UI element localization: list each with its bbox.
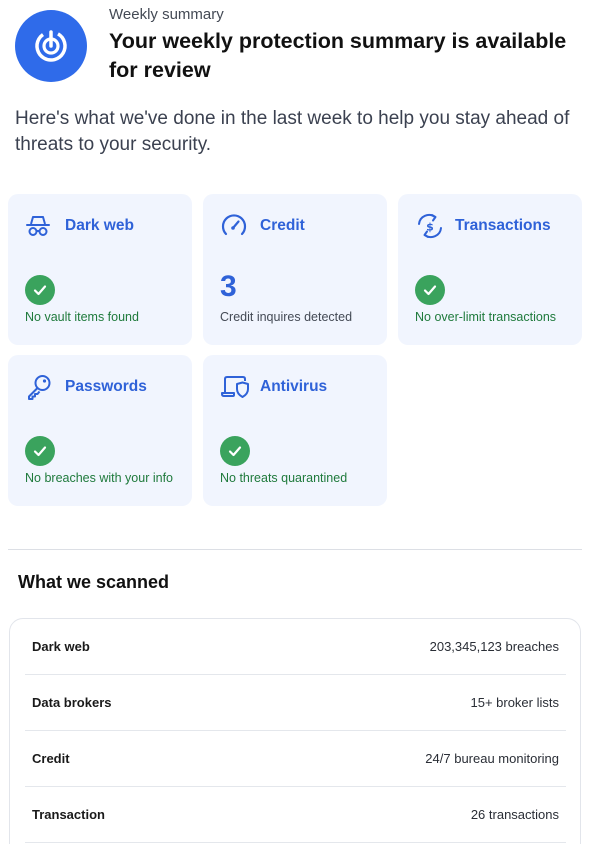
card-title: Transactions: [455, 217, 551, 234]
card-status: No vault items found: [25, 310, 139, 324]
spy-icon: [25, 212, 55, 240]
card-antivirus[interactable]: Antivirus No threats quarantined: [203, 355, 387, 506]
check-icon: [25, 275, 55, 305]
section-divider: [8, 549, 582, 550]
shield-power-icon: [15, 10, 87, 82]
gauge-icon: [220, 212, 250, 240]
card-title: Passwords: [65, 378, 147, 395]
card-title: Credit: [260, 217, 305, 234]
scanned-list: Dark web 203,345,123 breaches Data broke…: [9, 618, 581, 844]
check-icon: [415, 275, 445, 305]
scanned-row-transaction: Transaction 26 transactions: [25, 787, 566, 843]
scanned-row-label: Data brokers: [32, 695, 112, 710]
scanned-section-title: What we scanned: [18, 572, 170, 592]
card-status: No threats quarantined: [220, 471, 348, 485]
card-title: Antivirus: [260, 378, 328, 395]
header-kicker: Weekly summary: [109, 6, 224, 23]
summary-header: Weekly summary Your weekly protection su…: [15, 4, 585, 94]
card-title: Dark web: [65, 217, 134, 234]
laptop-shield-icon: [220, 373, 250, 401]
scanned-row-value: 26 transactions: [470, 807, 559, 822]
card-status: No breaches with your info: [25, 471, 173, 485]
dollar-exchange-icon: $: [415, 212, 445, 240]
card-dark-web[interactable]: Dark web No vault items found: [8, 194, 192, 345]
credit-inquiry-count: 3: [220, 270, 237, 303]
scanned-row-dark-web: Dark web 203,345,123 breaches: [25, 619, 566, 675]
svg-text:$: $: [426, 221, 434, 234]
scanned-row-value: 15+ broker lists: [470, 695, 559, 710]
check-icon: [25, 436, 55, 466]
check-icon: [220, 436, 250, 466]
card-status: Credit inquires detected: [220, 310, 353, 324]
scanned-row-data-brokers: Data brokers 15+ broker lists: [25, 675, 566, 731]
scanned-row-label: Dark web: [32, 639, 90, 654]
scanned-row-credit: Credit 24/7 bureau monitoring: [25, 731, 566, 787]
card-passwords[interactable]: Passwords No breaches with your info: [8, 355, 192, 506]
card-credit[interactable]: Credit 3 Credit inquires detected: [203, 194, 387, 345]
scanned-row-value: 203,345,123 breaches: [429, 639, 559, 654]
key-icon: [25, 373, 55, 401]
card-transactions[interactable]: $ Transactions No over-limit transaction…: [398, 194, 582, 345]
scanned-row-label: Credit: [32, 751, 70, 766]
card-status: No over-limit transactions: [415, 310, 557, 324]
scanned-row-label: Transaction: [32, 807, 105, 822]
page-title: Your weekly protection summary is availa…: [109, 29, 567, 82]
intro-text: Here's what we've done in the last week …: [15, 108, 570, 155]
scanned-row-value: 24/7 bureau monitoring: [425, 751, 559, 766]
